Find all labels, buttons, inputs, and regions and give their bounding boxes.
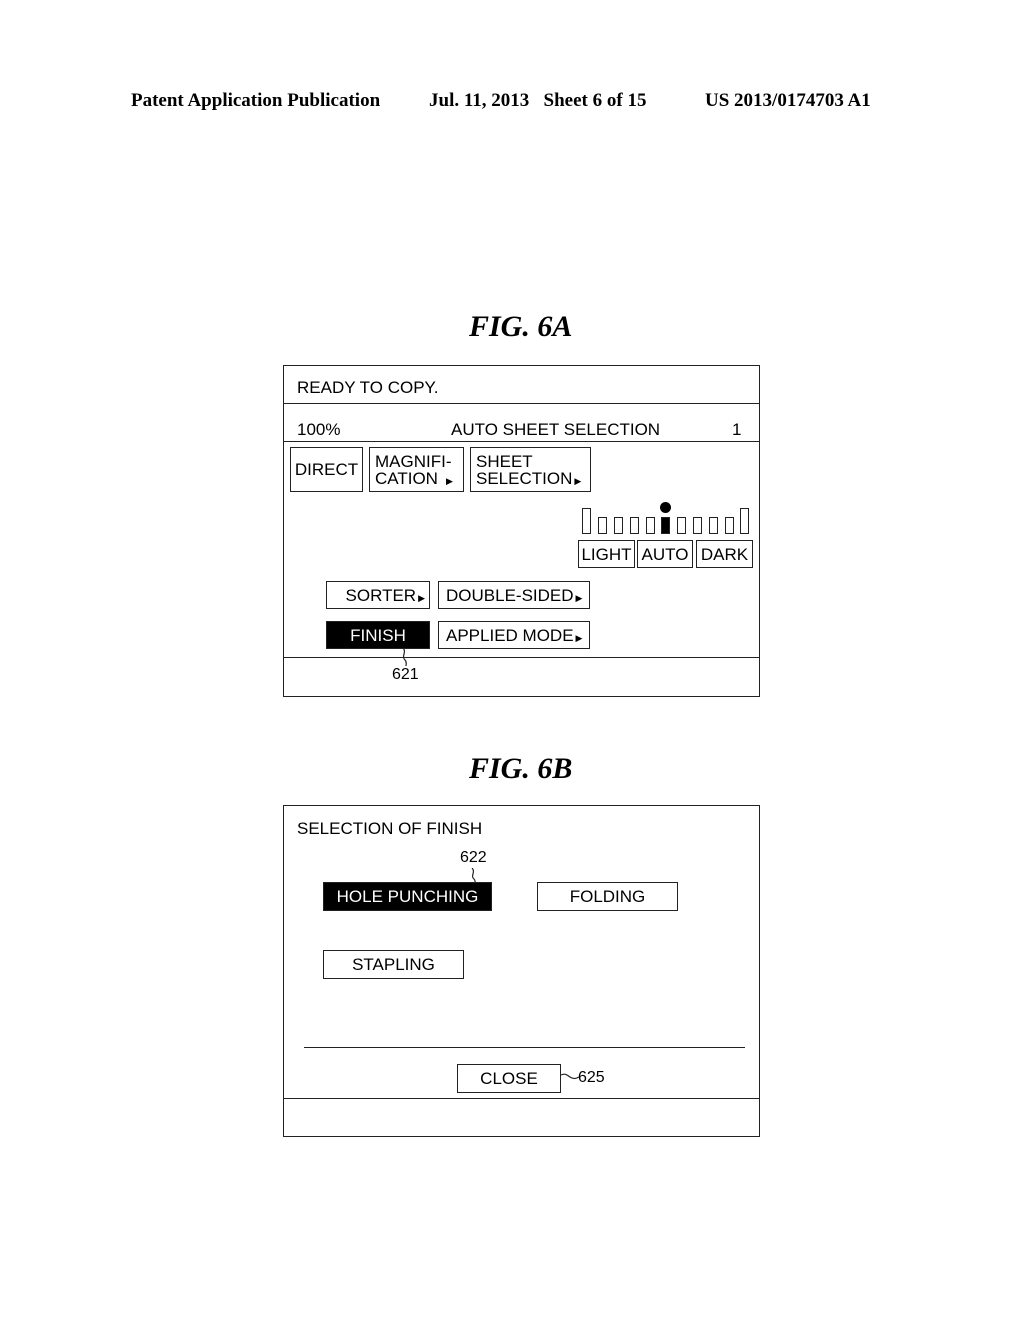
reference-numeral-621: 621 bbox=[392, 666, 419, 683]
density-segment-selected[interactable] bbox=[661, 517, 670, 534]
finish-selection-panel: SELECTION OF FINISH 622 HOLE PUNCHING FO… bbox=[283, 805, 760, 1137]
magnification-readout: 100% bbox=[297, 420, 341, 439]
submenu-arrow-icon: ▶ bbox=[575, 592, 583, 603]
folding-button[interactable]: FOLDING bbox=[537, 882, 678, 911]
density-segment[interactable] bbox=[646, 517, 655, 534]
density-segment[interactable] bbox=[677, 517, 686, 534]
applied-mode-label: APPLIED MODE bbox=[446, 625, 574, 645]
double-sided-label: DOUBLE-SIDED bbox=[446, 585, 574, 605]
sheet-selection-label-line1: SHEET bbox=[476, 451, 533, 471]
divider bbox=[284, 403, 759, 404]
submenu-arrow-icon: ▶ bbox=[418, 592, 425, 603]
hole-punching-button[interactable]: HOLE PUNCHING bbox=[323, 882, 492, 911]
sheet-selection-button[interactable]: SHEET SELECTION ▶ bbox=[470, 447, 591, 492]
density-segment[interactable] bbox=[725, 517, 734, 534]
divider bbox=[284, 657, 759, 658]
leader-line-icon bbox=[561, 1073, 579, 1080]
status-message: READY TO COPY. bbox=[297, 378, 439, 397]
density-segment[interactable] bbox=[598, 517, 607, 534]
density-segment[interactable] bbox=[709, 517, 718, 534]
submenu-arrow-icon: ▶ bbox=[575, 632, 583, 643]
leader-line-icon bbox=[402, 648, 407, 666]
density-segment[interactable] bbox=[693, 517, 702, 534]
magnification-button[interactable]: MAGNIFI- CATION ▶ bbox=[369, 447, 464, 492]
direct-button[interactable]: DIRECT bbox=[290, 447, 363, 492]
auto-button[interactable]: AUTO bbox=[637, 540, 693, 568]
close-button[interactable]: CLOSE bbox=[457, 1064, 561, 1093]
sorter-label: SORTER bbox=[345, 585, 417, 605]
date-sheet-label: Jul. 11, 2013 Sheet 6 of 15 bbox=[429, 90, 647, 111]
copy-count: 1 bbox=[732, 420, 742, 439]
figure-6a-label: FIG. 6A bbox=[469, 310, 573, 343]
divider bbox=[284, 1098, 759, 1099]
density-segment[interactable] bbox=[630, 517, 639, 534]
publication-label: Patent Application Publication bbox=[131, 90, 381, 111]
divider bbox=[304, 1047, 745, 1048]
stapling-button[interactable]: STAPLING bbox=[323, 950, 464, 979]
density-segment[interactable] bbox=[614, 517, 623, 534]
sorter-button[interactable]: SORTER ▶ bbox=[326, 581, 430, 609]
finish-dialog-title: SELECTION OF FINISH bbox=[297, 819, 483, 838]
sheet-selection-label-line2: SELECTION bbox=[476, 468, 573, 488]
submenu-arrow-icon: ▶ bbox=[445, 475, 453, 486]
magnification-label-line1: MAGNIFI- bbox=[375, 451, 452, 471]
light-button[interactable]: LIGHT bbox=[578, 540, 635, 568]
magnification-label-line2: CATION bbox=[375, 468, 438, 488]
finish-button[interactable]: FINISH bbox=[326, 621, 430, 649]
figure-6b-label: FIG. 6B bbox=[469, 752, 573, 785]
sheet-mode-readout: AUTO SHEET SELECTION bbox=[451, 420, 661, 439]
divider bbox=[284, 441, 759, 442]
reference-numeral-622: 622 bbox=[460, 849, 487, 866]
dark-button[interactable]: DARK bbox=[696, 540, 753, 568]
patent-number: US 2013/0174703 A1 bbox=[705, 90, 871, 111]
copy-screen-panel: READY TO COPY. 100% AUTO SHEET SELECTION… bbox=[283, 365, 760, 697]
density-indicator-dot-icon bbox=[660, 502, 671, 513]
reference-numeral-625: 625 bbox=[578, 1069, 605, 1086]
double-sided-button[interactable]: DOUBLE-SIDED ▶ bbox=[438, 581, 590, 609]
applied-mode-button[interactable]: APPLIED MODE ▶ bbox=[438, 621, 590, 649]
submenu-arrow-icon: ▶ bbox=[574, 475, 582, 486]
density-segment[interactable] bbox=[740, 508, 749, 534]
density-segment[interactable] bbox=[582, 508, 591, 534]
